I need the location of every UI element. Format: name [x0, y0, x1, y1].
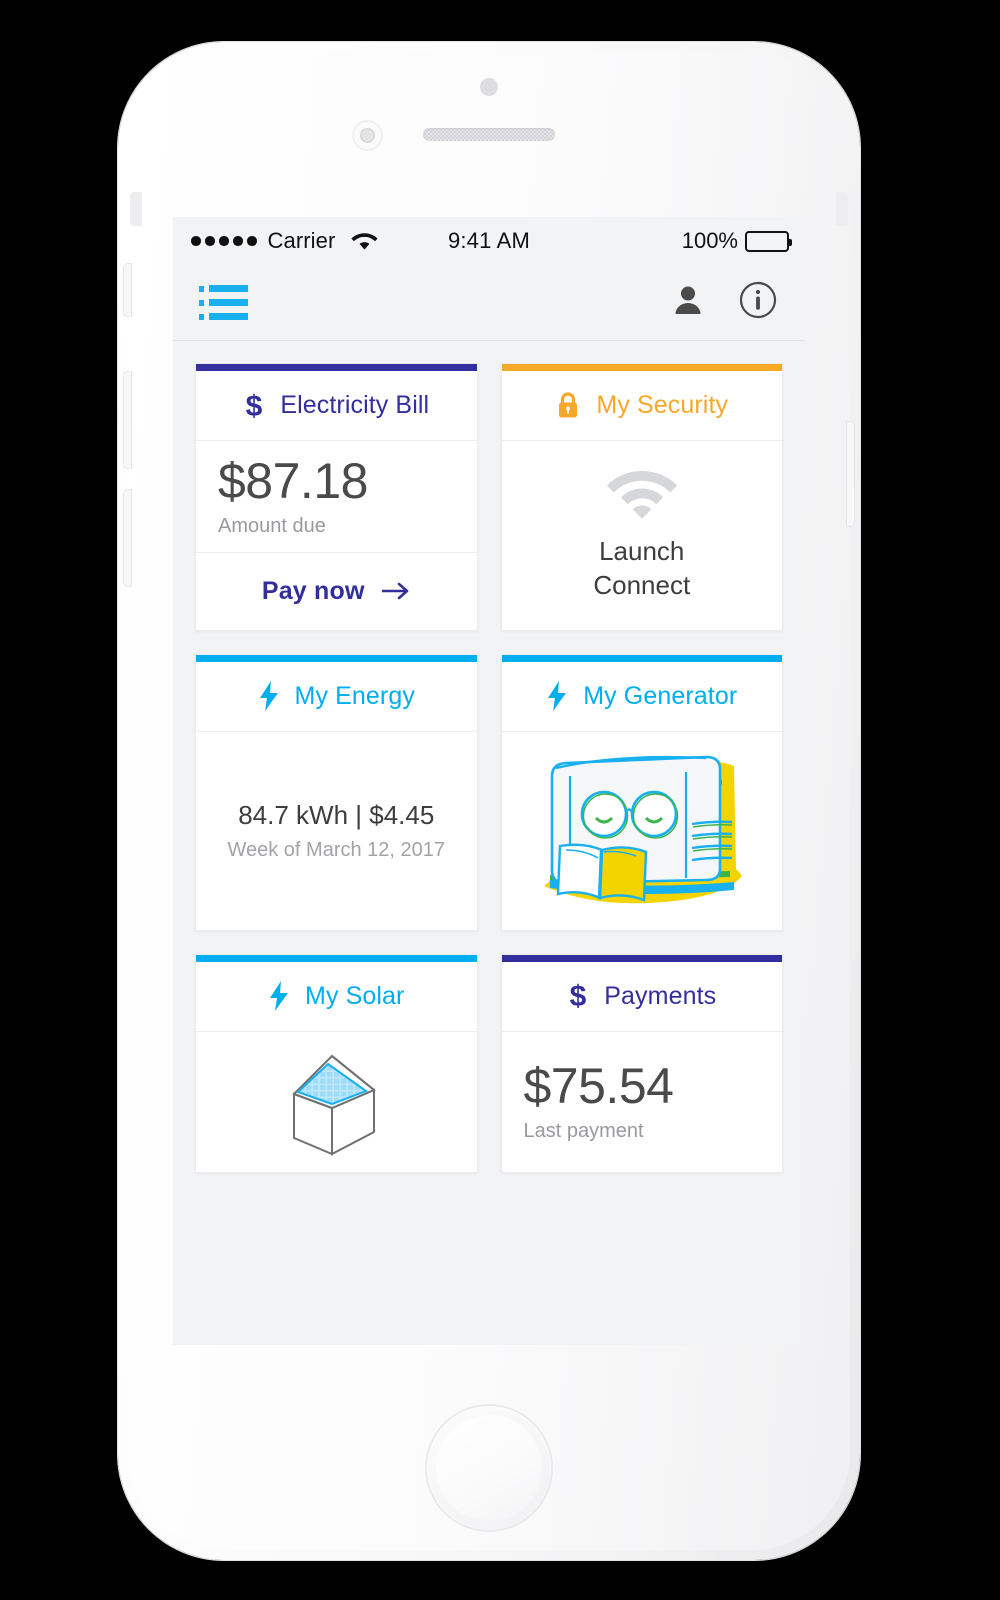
- launch-line-1: Launch: [599, 536, 685, 567]
- bill-amount-label: Amount due: [218, 514, 326, 537]
- energy-stat-period: Week of March 12, 2017: [227, 838, 446, 861]
- info-circle-icon[interactable]: [739, 281, 777, 324]
- card-accent-bar: [196, 654, 477, 662]
- card-my-energy[interactable]: My Energy 84.7 kWh | $4.45 Week of March…: [195, 653, 478, 931]
- card-title: My Generator: [583, 681, 738, 710]
- svg-text:$: $: [570, 980, 587, 1012]
- battery-percent-label: 100%: [681, 228, 738, 253]
- payment-amount: $75.54: [523, 1058, 674, 1115]
- launch-connect-label: Launch Connect: [593, 535, 690, 603]
- person-icon[interactable]: [671, 283, 705, 322]
- pay-now-button[interactable]: Pay now: [196, 551, 477, 630]
- card-accent-bar: [501, 364, 782, 371]
- nav-actions: [671, 281, 777, 324]
- phone-screen: Carrier 9:41 AM 100% $ Electricity Bill …: [173, 217, 805, 1345]
- card-title: My Energy: [294, 681, 415, 710]
- carrier-label: Carrier: [267, 228, 336, 253]
- card-body: [502, 732, 783, 930]
- card-title: My Solar: [305, 981, 405, 1010]
- pay-now-label: Pay now: [261, 576, 365, 605]
- card-body: 84.7 kWh | $4.45 Week of March 12, 2017: [196, 732, 477, 930]
- wifi-icon: [351, 231, 379, 251]
- card-header: My Security: [501, 371, 782, 441]
- card-electricity-bill[interactable]: $ Electricity Bill $87.18 Amount due Pay…: [195, 363, 478, 631]
- front-camera-icon: [354, 122, 381, 149]
- payment-amount-label: Last payment: [523, 1119, 644, 1142]
- earpiece-speaker-grille: [423, 128, 555, 141]
- power-button[interactable]: [847, 422, 854, 526]
- bill-amount: $87.18: [218, 453, 368, 509]
- lightning-bolt-icon: [258, 680, 280, 712]
- lock-icon: [555, 391, 581, 421]
- card-body: Launch Connect: [502, 441, 783, 630]
- battery-full-icon: [745, 230, 792, 252]
- status-bar: Carrier 9:41 AM 100%: [173, 217, 805, 265]
- card-header: My Energy: [196, 662, 477, 732]
- card-body: [196, 1032, 477, 1172]
- card-title: My Security: [596, 391, 729, 419]
- card-my-generator[interactable]: My Generator: [500, 653, 783, 931]
- list-menu-icon[interactable]: [199, 285, 248, 320]
- card-header: $ Electricity Bill: [196, 371, 477, 441]
- dashboard-card-grid: $ Electricity Bill $87.18 Amount due Pay…: [173, 341, 805, 1173]
- card-header: $ Payments: [501, 962, 782, 1032]
- volume-up-button[interactable]: [124, 372, 131, 468]
- card-my-security[interactable]: My Security Launch Connect: [500, 363, 783, 631]
- home-button[interactable]: [427, 1406, 551, 1530]
- proximity-sensor: [480, 78, 498, 96]
- card-body: $75.54 Last payment: [502, 1032, 783, 1172]
- mute-switch-button[interactable]: [124, 264, 131, 316]
- signal-strength-icon: [191, 236, 257, 246]
- card-accent-bar: [196, 364, 477, 371]
- battery-status-group: 100%: [681, 228, 792, 254]
- card-header: My Solar: [196, 962, 477, 1032]
- lightning-bolt-icon: [268, 980, 290, 1012]
- dollar-sign-icon: $: [243, 390, 265, 422]
- launch-line-2: Connect: [593, 570, 691, 601]
- card-body: $87.18 Amount due: [196, 441, 477, 552]
- card-payments[interactable]: $ Payments $75.54 Last payment: [500, 953, 783, 1173]
- antenna-band-left: [130, 192, 142, 226]
- card-title: Electricity Bill: [280, 391, 430, 419]
- energy-stat: 84.7 kWh | $4.45: [238, 799, 435, 830]
- generator-reading-book-illustration: [526, 746, 758, 916]
- card-accent-bar: [501, 654, 782, 662]
- wifi-icon: [606, 467, 678, 520]
- card-my-solar[interactable]: My Solar: [195, 953, 478, 1173]
- dollar-sign-icon: $: [567, 980, 589, 1012]
- volume-down-button[interactable]: [124, 490, 131, 586]
- app-nav-bar: [173, 265, 805, 341]
- card-accent-bar: [196, 954, 477, 962]
- card-header: My Generator: [501, 662, 782, 732]
- lightning-bolt-icon: [546, 680, 568, 712]
- house-with-solar-panel-illustration: [278, 1046, 394, 1158]
- svg-text:$: $: [246, 390, 263, 422]
- arrow-right-icon: [381, 581, 411, 601]
- antenna-band-right: [836, 192, 848, 226]
- card-accent-bar: [501, 954, 782, 962]
- card-title: Payments: [604, 981, 717, 1010]
